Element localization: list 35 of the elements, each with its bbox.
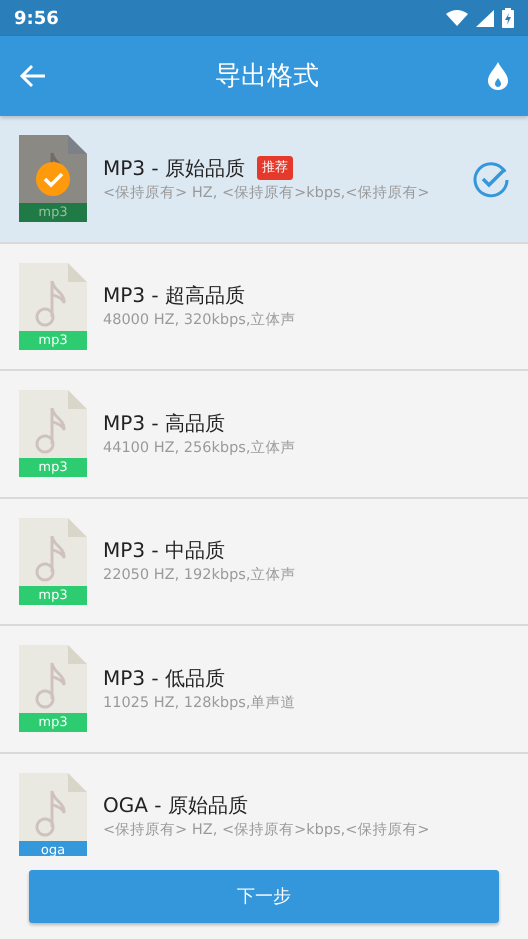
format-details: 11025 HZ, 128kbps,单声道 xyxy=(103,694,296,713)
audio-file-icon xyxy=(19,390,87,478)
file-extension: mp3 xyxy=(37,204,69,222)
flame-icon[interactable] xyxy=(488,62,508,90)
file-extension: mp3 xyxy=(37,714,69,732)
battery-icon xyxy=(502,8,514,28)
check-icon xyxy=(472,160,510,198)
format-details: 48000 HZ, 320kbps,立体声 xyxy=(103,310,296,330)
format-details: <保持原有> HZ, <保持原有>kbps,<保持原有> xyxy=(103,821,431,840)
format-title: MP3 - 低品质 xyxy=(103,664,225,692)
format-row[interactable]: mp3 MP3 - 原始品质 推荐 <保持原有> HZ, <保持原有>kbps,<保持原有> xyxy=(0,116,528,244)
back-icon[interactable] xyxy=(20,64,46,88)
screen-title: 导出格式 xyxy=(215,60,319,92)
format-title: MP3 - 高品质 xyxy=(103,410,225,437)
format-details: <保持原有> HZ, <保持原有>kbps,<保持原有> xyxy=(103,184,431,203)
audio-file-icon xyxy=(19,645,87,732)
file-extension: mp3 xyxy=(37,332,69,350)
format-row[interactable]: mp3 MP3 - 中品质 22050 HZ, 192kbps,立体声 xyxy=(0,498,528,626)
format-row[interactable]: mp3 MP3 - 超高品质 48000 HZ, 320kbps,立体声 xyxy=(0,244,528,371)
format-title: OGA - 原始品质 xyxy=(103,792,248,820)
audio-file-icon xyxy=(19,262,87,350)
format-details: 22050 HZ, 192kbps,立体声 xyxy=(103,566,296,586)
format-details: 44100 HZ, 256kbps,立体声 xyxy=(103,438,296,458)
status-time: 9:56 xyxy=(14,6,59,30)
audio-file-icon xyxy=(19,518,87,605)
format-title: MP3 - 中品质 xyxy=(103,537,225,564)
file-extension: mp3 xyxy=(37,586,69,605)
wifi-icon xyxy=(446,10,468,26)
format-title: MP3 - 超高品质 xyxy=(103,282,245,310)
recommended-badge: 推荐 xyxy=(256,156,293,180)
signal-icon xyxy=(476,10,494,26)
format-title: MP3 - 原始品质 xyxy=(103,154,245,182)
audio-file-icon xyxy=(19,772,87,856)
selected-check-icon xyxy=(36,162,70,196)
file-extension: mp3 xyxy=(37,459,69,478)
